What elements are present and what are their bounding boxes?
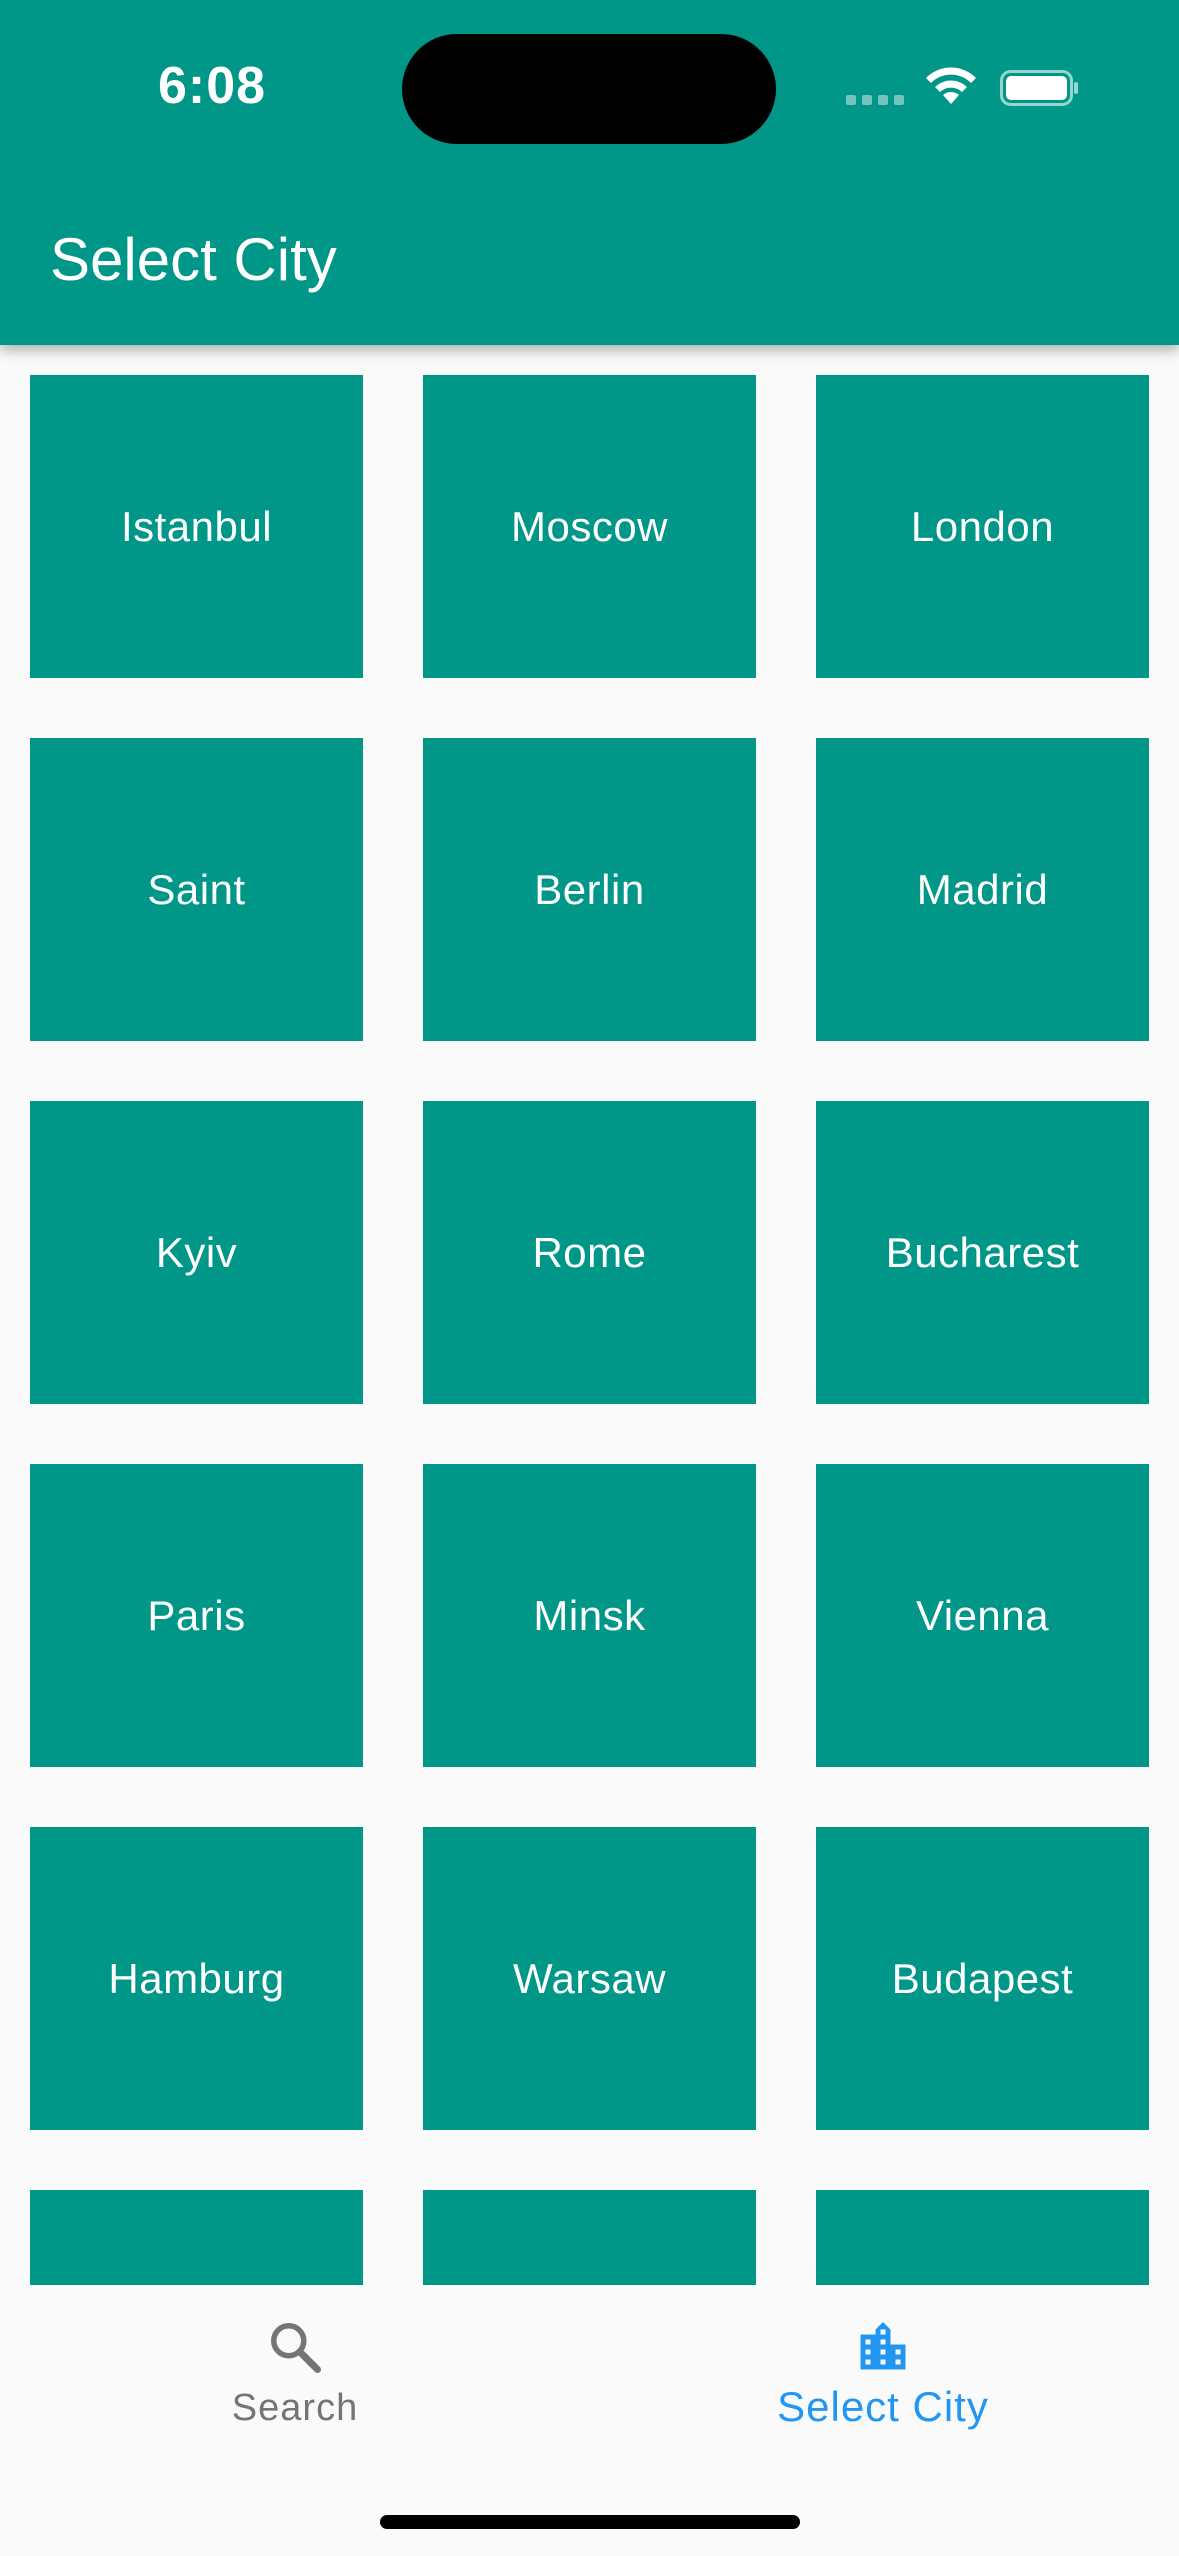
city-tile-minsk[interactable]: Minsk [423, 1464, 756, 1767]
nav-item-select-city[interactable]: Select City [733, 2317, 1033, 2431]
nav-label-select-city: Select City [777, 2383, 989, 2430]
nav-item-search[interactable]: Search [145, 2317, 445, 2430]
signal-icon [846, 95, 904, 105]
city-tile-budapest[interactable]: Budapest [816, 1827, 1149, 2130]
city-tile-london[interactable]: London [816, 375, 1149, 678]
city-tile-saint[interactable]: Saint [30, 738, 363, 1041]
city-tile-bucharest[interactable]: Bucharest [816, 1101, 1149, 1404]
home-indicator [380, 2515, 800, 2529]
city-tile-warsaw[interactable]: Warsaw [423, 1827, 756, 2130]
city-tile[interactable] [423, 2190, 756, 2285]
battery-icon [1000, 70, 1078, 106]
page-title: Select City [50, 226, 337, 293]
app-bar: 6:08 Select City [0, 0, 1179, 345]
status-time: 6:08 [158, 57, 267, 115]
city-tile[interactable] [30, 2190, 363, 2285]
city-tile-kyiv[interactable]: Kyiv [30, 1101, 363, 1404]
city-tile-istanbul[interactable]: Istanbul [30, 375, 363, 678]
dynamic-island [402, 34, 776, 144]
location-city-icon [860, 2322, 906, 2370]
city-tile-berlin[interactable]: Berlin [423, 738, 756, 1041]
city-grid-scroll[interactable]: Istanbul Moscow London Saint Berlin Madr… [0, 345, 1179, 2285]
city-tile-paris[interactable]: Paris [30, 1464, 363, 1767]
city-tile-hamburg[interactable]: Hamburg [30, 1827, 363, 2130]
city-tile-rome[interactable]: Rome [423, 1101, 756, 1404]
city-tile-madrid[interactable]: Madrid [816, 738, 1149, 1041]
city-tile[interactable] [816, 2190, 1149, 2285]
city-tile-vienna[interactable]: Vienna [816, 1464, 1149, 1767]
search-icon [271, 2323, 321, 2373]
wifi-icon [926, 67, 976, 104]
city-grid: Istanbul Moscow London Saint Berlin Madr… [30, 375, 1149, 2285]
city-tile-moscow[interactable]: Moscow [423, 375, 756, 678]
nav-label-search: Search [231, 2387, 359, 2429]
